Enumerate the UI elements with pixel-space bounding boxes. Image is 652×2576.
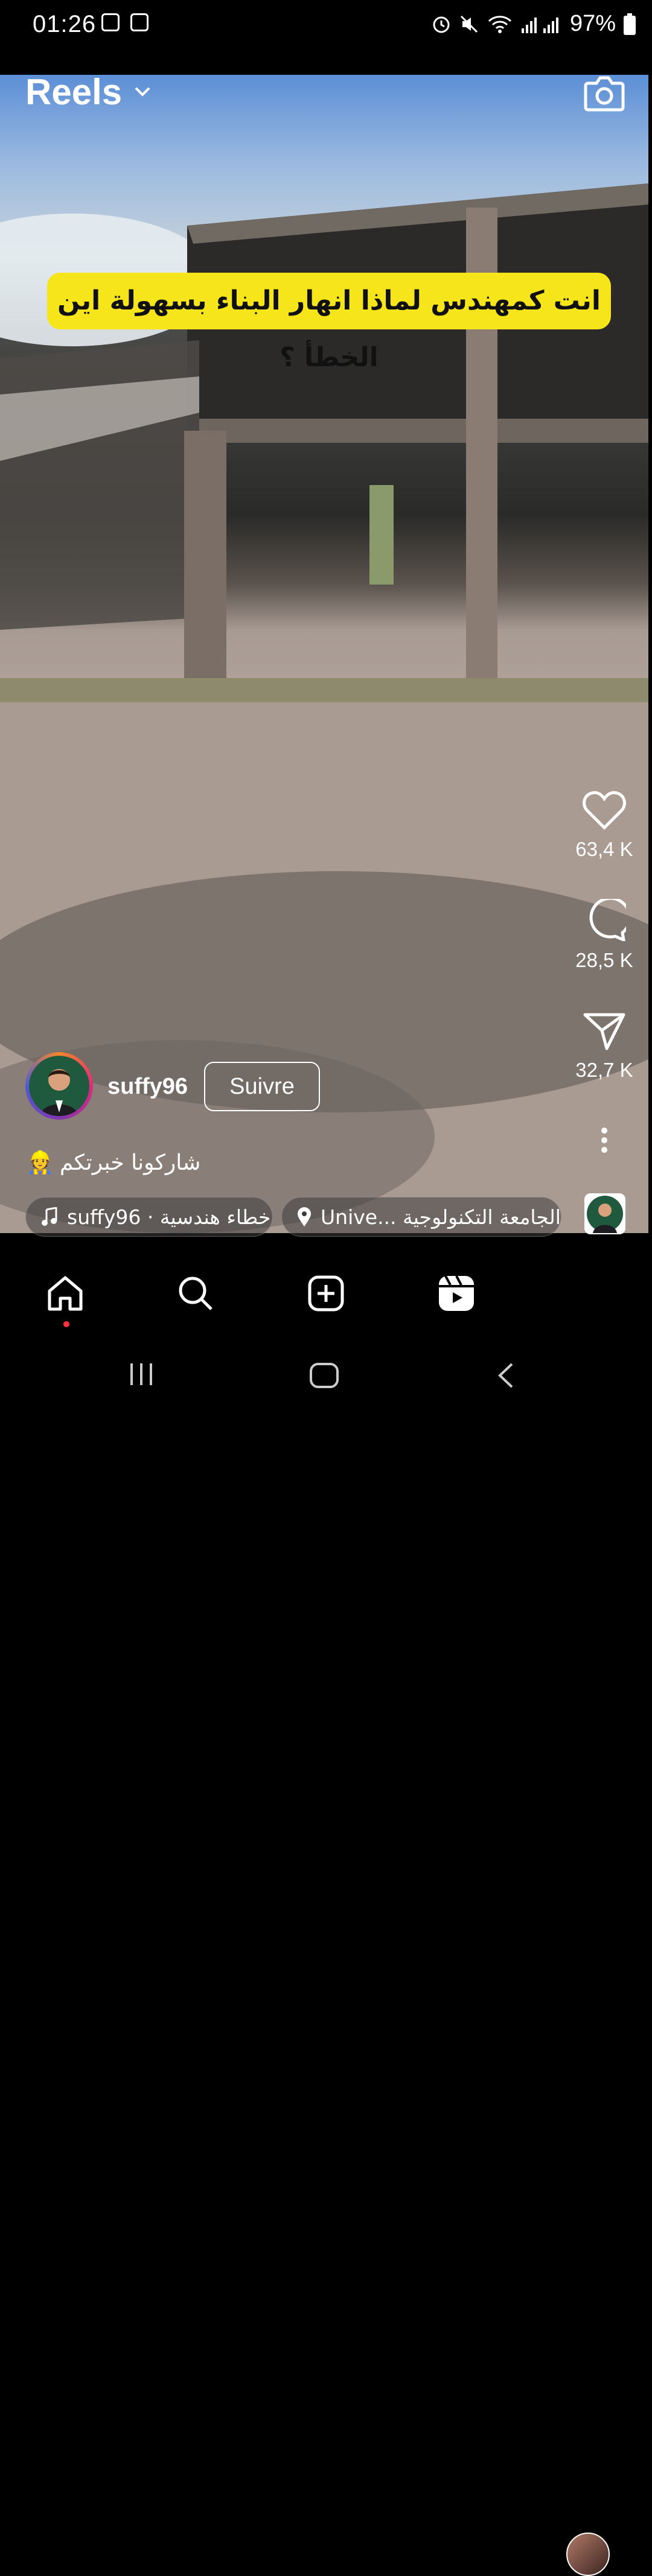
author-username[interactable]: suffy96 xyxy=(107,1074,188,1100)
share-icon[interactable] xyxy=(583,1011,626,1051)
location-chip[interactable]: Unive... الجامعة التكنولوجية xyxy=(281,1197,561,1237)
back-icon[interactable] xyxy=(496,1362,514,1389)
audio-thumbnail-image xyxy=(587,1196,623,1233)
more-options-button[interactable] xyxy=(559,1127,650,1156)
video-caption-overlay: انت كمهندس لماذا انهار البناء بسهولة اين… xyxy=(47,273,611,373)
audio-chip[interactable]: suffy96 · أخطاء هندسية xyxy=(25,1197,273,1237)
battery-percentage: 97% xyxy=(569,11,616,36)
audio-label: suffy96 · أخطاء هندسية xyxy=(67,1205,273,1229)
status-time: 01:26 xyxy=(33,11,97,37)
camera-icon[interactable] xyxy=(583,75,625,112)
nav-create[interactable] xyxy=(307,1274,345,1316)
signal-icon xyxy=(521,17,558,33)
wifi-icon xyxy=(488,15,511,33)
caption-text: شاركونا خبرتكم xyxy=(59,1150,201,1175)
caption-emoji: 👷 xyxy=(27,1150,54,1175)
status-bar: 01:26 97% xyxy=(0,0,652,75)
alarm-icon xyxy=(433,16,450,33)
profile-avatar[interactable] xyxy=(566,2533,610,2576)
comment-icon[interactable] xyxy=(583,896,631,943)
audio-thumbnail[interactable] xyxy=(584,1193,625,1234)
notification-icon xyxy=(101,13,120,31)
location-label: Unive... الجامعة التكنولوجية xyxy=(321,1205,561,1229)
heart-icon[interactable] xyxy=(583,790,626,830)
home-notification-dot xyxy=(63,1321,69,1327)
system-nav-bar xyxy=(0,1336,652,1412)
home-button-icon[interactable] xyxy=(309,1362,339,1389)
location-pin-icon xyxy=(298,1207,311,1226)
like-count: 63,4 K xyxy=(575,838,633,860)
author-avatar-image xyxy=(40,1069,78,1116)
post-caption[interactable]: 👷 شاركونا خبرتكم xyxy=(27,1150,201,1176)
reels-title[interactable]: Reels xyxy=(25,71,122,113)
reel-video[interactable] xyxy=(0,75,648,1233)
follow-button[interactable]: Suivre xyxy=(204,1062,320,1111)
music-note-icon xyxy=(42,1207,57,1226)
like-action[interactable]: 63,4 K xyxy=(559,790,650,861)
comment-action[interactable]: 28,5 K xyxy=(559,896,650,972)
search-icon[interactable] xyxy=(176,1274,215,1313)
comment-count: 28,5 K xyxy=(575,949,633,971)
share-count: 32,7 K xyxy=(575,1059,633,1081)
video-frame xyxy=(0,183,648,1233)
share-action[interactable]: 32,7 K xyxy=(559,1011,650,1082)
nav-reels[interactable] xyxy=(437,1274,476,1316)
battery-icon xyxy=(624,13,636,35)
reels-icon[interactable] xyxy=(437,1274,476,1313)
nav-search[interactable] xyxy=(176,1274,215,1316)
mute-icon xyxy=(460,15,478,33)
nav-home[interactable] xyxy=(46,1274,85,1316)
gallery-icon xyxy=(130,13,149,31)
recent-apps-icon[interactable] xyxy=(128,1362,155,1386)
add-post-icon[interactable] xyxy=(307,1274,345,1313)
more-vertical-icon[interactable] xyxy=(601,1127,608,1153)
bottom-nav xyxy=(0,1258,652,2576)
chevron-down-icon[interactable] xyxy=(134,86,151,98)
author-avatar[interactable] xyxy=(25,1052,93,1120)
home-icon[interactable] xyxy=(46,1274,85,1313)
